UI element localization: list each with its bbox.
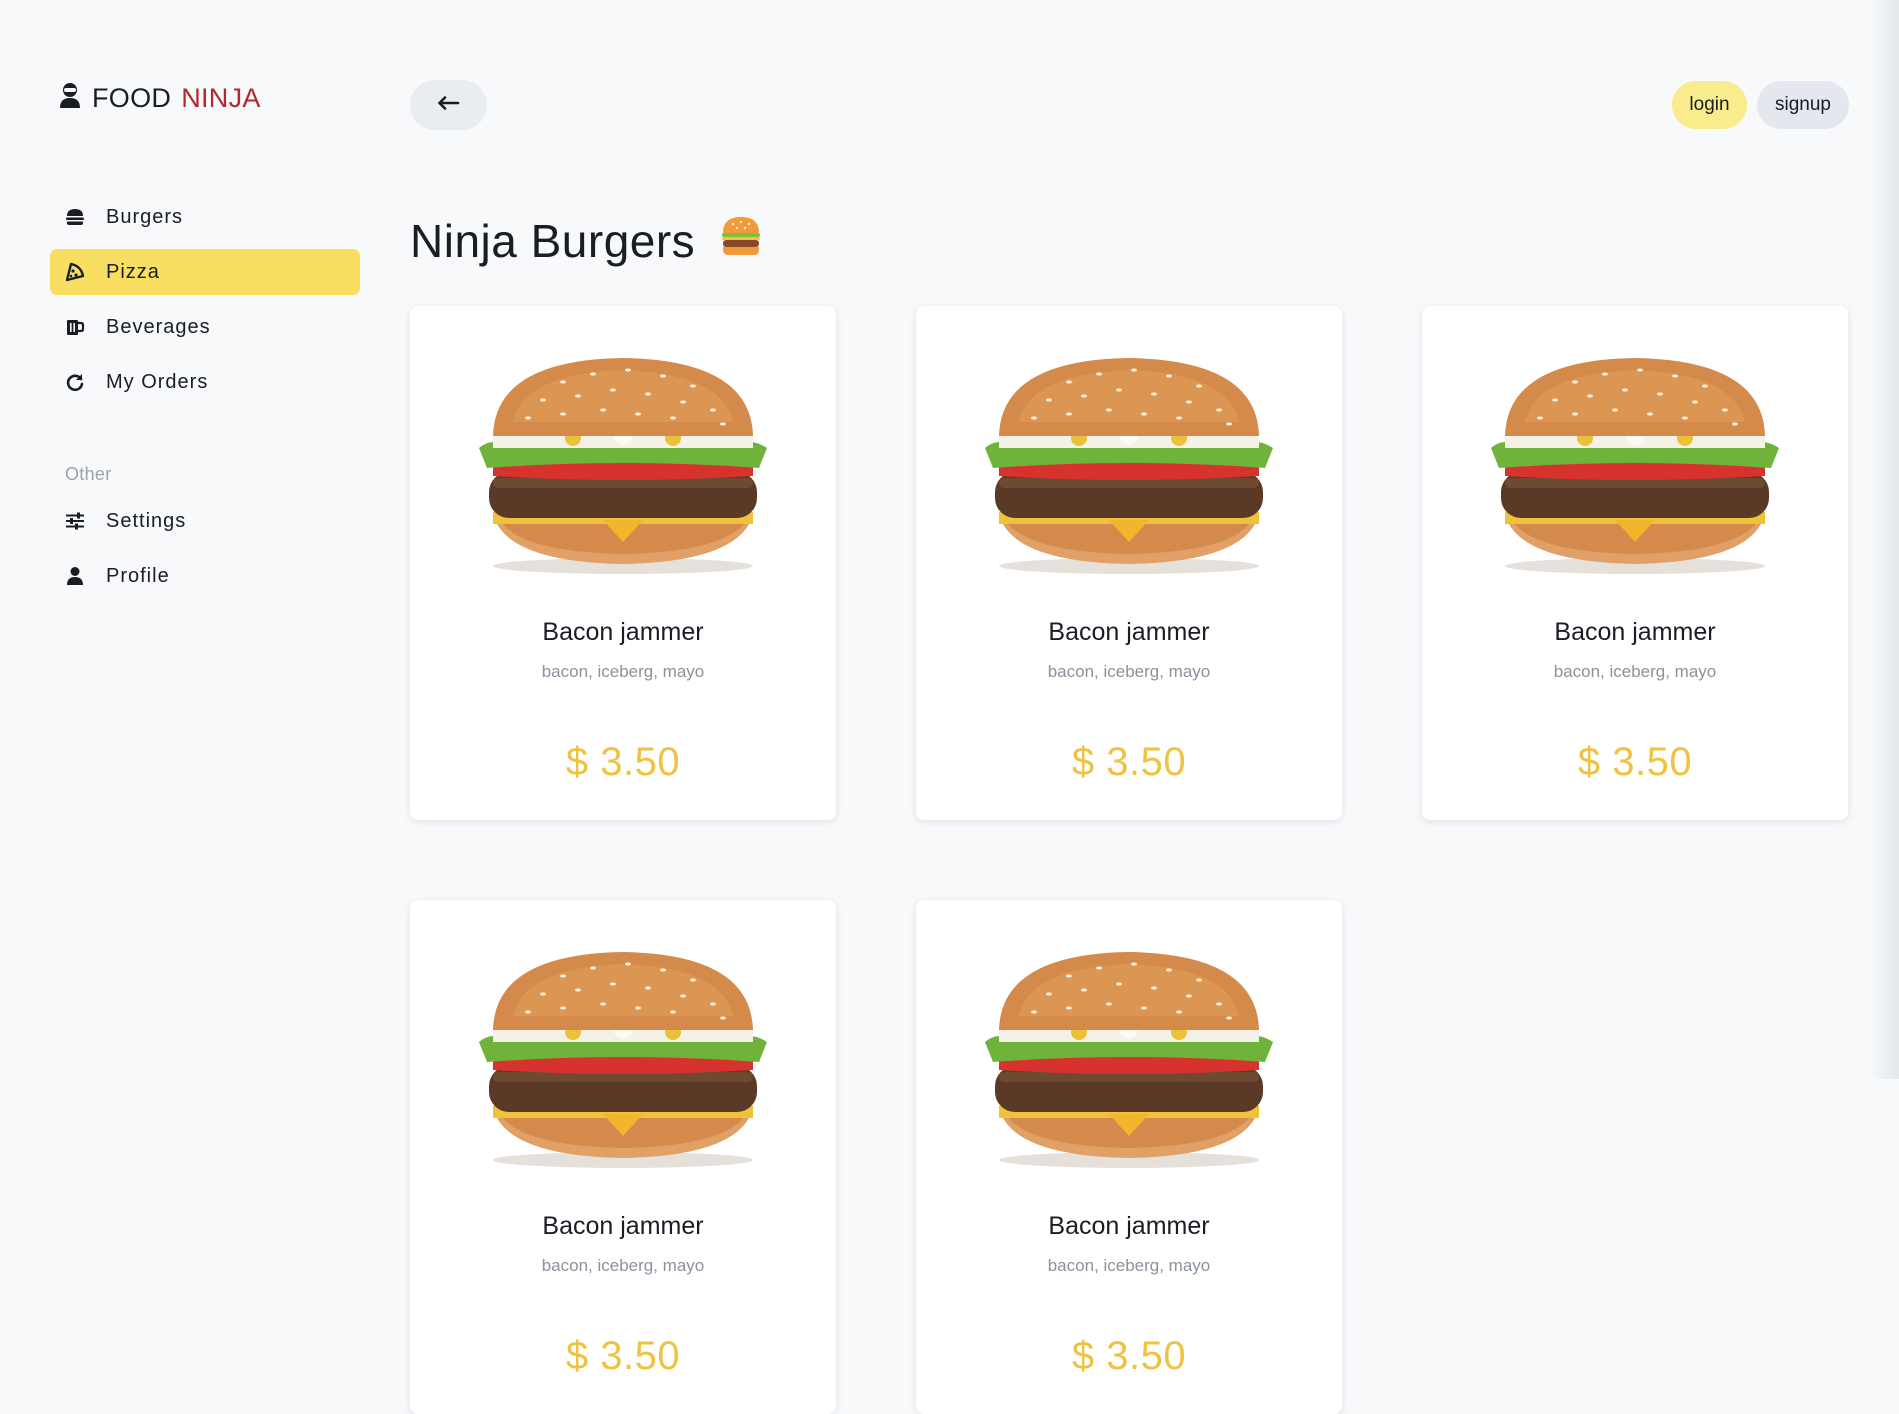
product-image [1465, 352, 1805, 582]
product-price: $ 3.50 [565, 1334, 681, 1378]
scroll-shadow [1869, 0, 1899, 1079]
product-price: $ 3.50 [565, 740, 681, 784]
product-card[interactable]: Bacon jammer bacon, iceberg, mayo $ 3.50 [410, 306, 836, 820]
brand-name-part2: NINJA [181, 83, 261, 113]
product-price: $ 3.50 [1071, 1334, 1187, 1378]
page-title-text: Ninja Burgers [410, 215, 696, 267]
sidebar-item-profile[interactable]: Profile [50, 553, 360, 599]
sidebar-item-pizza[interactable]: Pizza [50, 249, 360, 295]
product-description: bacon, iceberg, mayo [1553, 662, 1717, 681]
product-image [453, 946, 793, 1176]
sidebar-item-label: My Orders [106, 370, 209, 393]
sidebar-item-burgers[interactable]: Burgers [50, 194, 360, 240]
product-price: $ 3.50 [1071, 740, 1187, 784]
product-price: $ 3.50 [1577, 740, 1693, 784]
sidebar-section-label: Other [65, 464, 112, 484]
login-button[interactable]: login [1672, 81, 1747, 129]
sidebar-item-label: Burgers [106, 205, 184, 228]
signup-button[interactable]: signup [1757, 81, 1849, 129]
redo-arrow-icon [64, 371, 86, 393]
hamburger-icon [64, 206, 86, 228]
pizza-slice-icon [64, 261, 86, 283]
product-description: bacon, iceberg, mayo [541, 1256, 705, 1275]
product-name: Bacon jammer [1554, 618, 1716, 646]
product-name: Bacon jammer [1048, 1212, 1210, 1240]
sidebar-other-nav: Settings Profile [50, 498, 360, 608]
product-card[interactable]: Bacon jammer bacon, iceberg, mayo $ 3.50 [916, 900, 1342, 1414]
user-icon [64, 565, 86, 587]
app-logo[interactable]: FOOD NINJA [58, 82, 261, 115]
product-card[interactable]: Bacon jammer bacon, iceberg, mayo $ 3.50 [1422, 306, 1848, 820]
page-title: Ninja Burgers [410, 214, 763, 268]
brand-name-part1: FOOD [92, 83, 172, 113]
sidebar-item-label: Settings [106, 509, 187, 532]
product-image [959, 946, 1299, 1176]
product-card[interactable]: Bacon jammer bacon, iceberg, mayo $ 3.50 [410, 900, 836, 1414]
burger-emoji-icon [719, 214, 763, 268]
product-description: bacon, iceberg, mayo [1047, 1256, 1211, 1275]
product-card[interactable]: Bacon jammer bacon, iceberg, mayo $ 3.50 [916, 306, 1342, 820]
ninja-icon [58, 82, 82, 115]
product-image [453, 352, 793, 582]
beer-mug-icon [64, 316, 86, 338]
product-name: Bacon jammer [542, 618, 704, 646]
product-name: Bacon jammer [542, 1212, 704, 1240]
arrow-left-icon [437, 95, 460, 115]
sidebar-item-label: Profile [106, 564, 170, 587]
sliders-icon [64, 510, 86, 532]
sidebar-item-my-orders[interactable]: My Orders [50, 359, 360, 405]
sidebar-item-beverages[interactable]: Beverages [50, 304, 360, 350]
sidebar-item-settings[interactable]: Settings [50, 498, 360, 544]
sidebar-item-label: Beverages [106, 315, 211, 338]
back-button[interactable] [410, 80, 487, 130]
product-image [959, 352, 1299, 582]
product-name: Bacon jammer [1048, 618, 1210, 646]
product-description: bacon, iceberg, mayo [1047, 662, 1211, 681]
sidebar: FOOD NINJA Burgers Pizza Beverages My Or… [0, 0, 410, 1079]
product-description: bacon, iceberg, mayo [541, 662, 705, 681]
sidebar-nav: Burgers Pizza Beverages My Orders [50, 194, 360, 414]
sidebar-item-label: Pizza [106, 260, 160, 283]
